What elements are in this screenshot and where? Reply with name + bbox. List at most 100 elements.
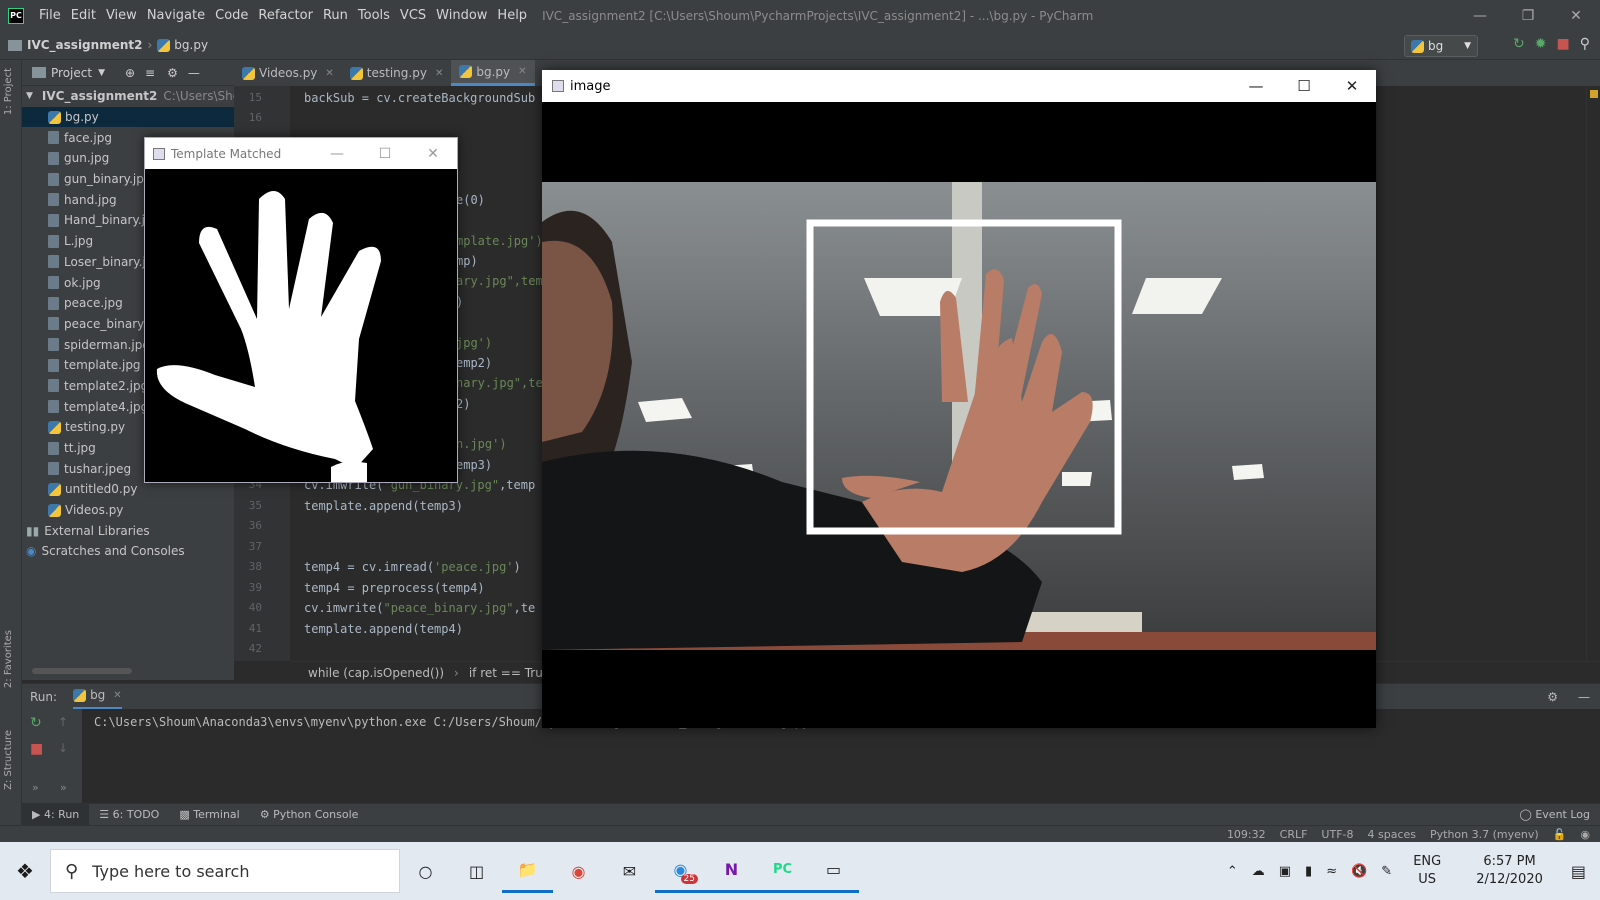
rerun-icon[interactable]: ↻ — [30, 715, 42, 731]
code-crumb[interactable]: while (cap.isOpened()) — [308, 666, 444, 680]
menu-run[interactable]: Run — [318, 8, 353, 23]
clock[interactable]: 6:57 PM 2/12/2020 — [1455, 853, 1564, 889]
stop-icon[interactable]: ■ — [30, 741, 43, 757]
close-icon[interactable]: ✕ — [325, 68, 333, 79]
gear-icon[interactable]: ⚙ — [167, 66, 178, 80]
tree-file[interactable]: bg.py — [22, 106, 234, 128]
messenger-icon[interactable]: ◉ 25 — [655, 849, 706, 893]
structure-tool-button[interactable]: Z: Structure — [3, 730, 14, 790]
restore-button[interactable]: ❐ — [1504, 0, 1552, 31]
chevron-up-icon[interactable]: ⌃ — [1220, 864, 1245, 879]
status-interpreter[interactable]: Python 3.7 (myenv) — [1430, 828, 1539, 841]
label-text: Loser_binary.jp — [64, 254, 154, 269]
windows-start-icon[interactable]: ❖ — [0, 859, 50, 883]
close-button[interactable]: ✕ — [1552, 0, 1600, 31]
menu-window[interactable]: Window — [431, 8, 492, 23]
rerun-icon[interactable]: ↻ — [1513, 36, 1525, 52]
event-log[interactable]: ◯ Event Log — [1510, 808, 1600, 821]
chrome-icon[interactable]: ◉ — [553, 849, 604, 893]
template-matched-window[interactable]: Template Matched — ☐ ✕ — [144, 137, 458, 483]
close-icon[interactable]: ✕ — [518, 66, 526, 77]
onenote-icon[interactable]: N — [706, 849, 757, 893]
maximize-button[interactable]: ☐ — [1280, 77, 1328, 95]
breadcrumb-project[interactable]: IVC_assignment2 — [27, 38, 142, 52]
notifications-icon[interactable]: ▤ — [1564, 862, 1600, 881]
tree-scratches[interactable]: ◉ Scratches and Consoles — [22, 541, 234, 562]
tree-external-libraries[interactable]: ▮▮ External Libraries — [22, 520, 234, 541]
lock-icon[interactable]: 🔓 — [1553, 828, 1567, 841]
gear-icon[interactable]: ⚙ — [1547, 690, 1558, 704]
arrow-up-icon[interactable]: ↑ — [58, 715, 68, 729]
tool-todo[interactable]: ☰ 6: TODO — [89, 808, 169, 821]
code-crumb[interactable]: if ret == True — [469, 666, 550, 680]
close-button[interactable]: ✕ — [409, 146, 457, 162]
template-window-titlebar[interactable]: Template Matched — ☐ ✕ — [145, 138, 457, 169]
horizontal-scrollbar[interactable] — [32, 668, 132, 674]
breadcrumb-file[interactable]: bg.py — [174, 38, 208, 52]
display-icon[interactable]: ▣ — [1272, 864, 1298, 879]
close-icon[interactable]: ✕ — [435, 68, 443, 79]
wifi-icon[interactable]: ≈ — [1319, 864, 1344, 879]
minimize-button[interactable]: — — [1232, 77, 1280, 95]
inspector-icon[interactable]: ◉ — [1580, 828, 1590, 841]
collapse-icon[interactable]: ≡ — [145, 66, 155, 80]
favorites-tool-button[interactable]: 2: Favorites — [3, 630, 14, 688]
task-view-icon[interactable]: ◫ — [451, 849, 502, 893]
volume-muted-icon[interactable]: 🔇 — [1344, 864, 1374, 879]
menu-edit[interactable]: Edit — [66, 8, 101, 23]
tool-run[interactable]: ▶ 4: Run — [22, 803, 90, 826]
file-explorer-icon[interactable]: 📁 — [502, 849, 553, 893]
opencv-window-icon[interactable]: ▭ — [808, 849, 859, 893]
menu-view[interactable]: View — [101, 8, 142, 23]
run-tab-bg[interactable]: bg ✕ — [73, 684, 122, 710]
menu-help[interactable]: Help — [492, 8, 532, 23]
language-indicator[interactable]: ENG US — [1399, 853, 1455, 889]
mail-icon[interactable]: ✉ — [604, 849, 655, 893]
run-configuration-select[interactable]: bg ▼ — [1404, 35, 1478, 57]
status-indent[interactable]: 4 spaces — [1368, 828, 1417, 841]
label-text: 6:57 PM — [1483, 854, 1536, 869]
hide-icon[interactable]: — — [1578, 690, 1590, 704]
close-icon[interactable]: ✕ — [113, 690, 121, 701]
pen-icon[interactable]: ✎ — [1374, 864, 1399, 879]
status-position[interactable]: 109:32 — [1227, 828, 1266, 841]
menu-vcs[interactable]: VCS — [395, 8, 431, 23]
battery-icon[interactable]: ▮ — [1298, 864, 1319, 879]
project-panel-title[interactable]: Project — [51, 66, 92, 80]
image-window[interactable]: image — ☐ ✕ — [542, 70, 1376, 728]
maximize-button[interactable]: ☐ — [361, 146, 409, 162]
hide-icon[interactable]: — — [188, 66, 200, 80]
status-line-separator[interactable]: CRLF — [1280, 828, 1308, 841]
arrow-down-icon[interactable]: ↓ — [58, 741, 68, 755]
tab-videos[interactable]: Videos.py ✕ — [234, 60, 342, 86]
stop-icon[interactable]: ■ — [1557, 36, 1570, 52]
menu-file[interactable]: File — [34, 8, 66, 23]
chevron-down-icon[interactable]: ▼ — [98, 68, 105, 78]
tool-python-console[interactable]: ⚙ Python Console — [250, 808, 369, 821]
taskbar-search-box[interactable]: ⚲ Type here to search — [50, 849, 400, 893]
expand-icon[interactable]: » — [60, 781, 67, 794]
search-icon[interactable]: ⚲ — [1580, 36, 1590, 52]
tab-bg[interactable]: bg.py ✕ — [451, 60, 535, 86]
tree-root[interactable]: ▼ IVC_assignment2 C:\Users\Shoum — [22, 86, 234, 107]
image-window-titlebar[interactable]: image — ☐ ✕ — [542, 70, 1376, 102]
error-stripe[interactable] — [1586, 86, 1600, 661]
tool-terminal[interactable]: ▩ Terminal — [169, 808, 249, 821]
tree-file[interactable]: Videos.py — [22, 500, 234, 521]
menu-code[interactable]: Code — [210, 8, 253, 23]
menu-refactor[interactable]: Refactor — [253, 8, 318, 23]
minimize-button[interactable]: — — [313, 146, 361, 162]
expand-icon[interactable]: » — [32, 781, 39, 794]
locate-icon[interactable]: ⊕ — [125, 66, 135, 80]
debug-icon[interactable]: ✹ — [1535, 36, 1547, 52]
menu-navigate[interactable]: Navigate — [142, 8, 210, 23]
cortana-icon[interactable]: ○ — [400, 849, 451, 893]
minimize-button[interactable]: — — [1456, 0, 1504, 31]
close-button[interactable]: ✕ — [1328, 77, 1376, 95]
menu-tools[interactable]: Tools — [353, 8, 395, 23]
onedrive-icon[interactable]: ☁ — [1245, 864, 1272, 879]
status-encoding[interactable]: UTF-8 — [1321, 828, 1353, 841]
tab-testing[interactable]: testing.py ✕ — [342, 60, 452, 86]
pycharm-taskbar-icon[interactable]: PC — [757, 849, 808, 893]
project-tool-button[interactable]: 1: Project — [3, 68, 14, 115]
